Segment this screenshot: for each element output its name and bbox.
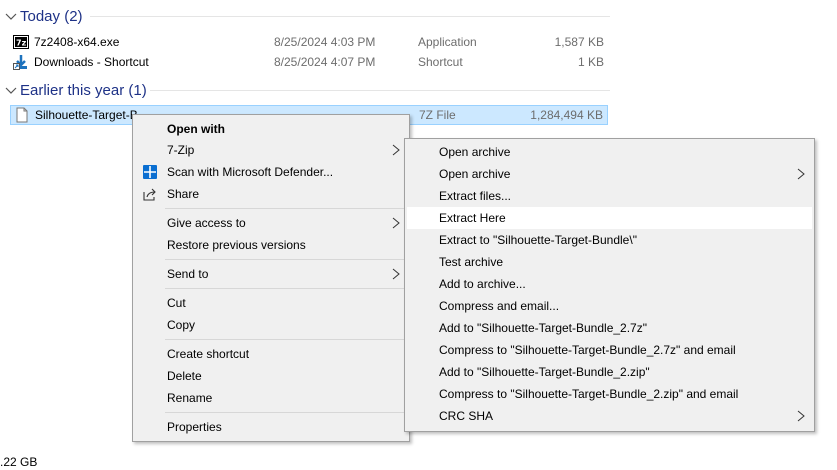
group-label-earlier: Earlier this year (1) [20,81,147,99]
menu-item-send-to[interactable]: Send to [135,263,407,285]
menu-item-add-to-7z[interactable]: Add to "Silhouette-Target-Bundle_2.7z" [407,317,812,339]
divider-line [150,90,610,91]
menu-item-label: Open archive [439,167,511,181]
menu-item-add-to-archive[interactable]: Add to archive... [407,273,812,295]
menu-item-crc-sha[interactable]: CRC SHA [407,405,812,427]
menu-item-extract-to-folder[interactable]: Extract to "Silhouette-Target-Bundle\" [407,229,812,251]
menu-item-label: Copy [167,318,196,332]
menu-item-label: Add to "Silhouette-Target-Bundle_2.7z" [439,321,647,335]
menu-item-label: Share [167,187,200,201]
menu-item-label: Restore previous versions [167,238,306,252]
menu-item-label: 7-Zip [167,143,195,157]
group-divider [150,79,610,101]
status-size-text: .22 GB [0,455,38,469]
menu-item-label: Compress to "Silhouette-Target-Bundle_2.… [439,343,736,357]
divider-line [90,16,610,17]
menu-separator [165,339,407,340]
file-name: Downloads - Shortcut [34,55,149,69]
shortcut-download-icon [13,54,29,70]
menu-item-label: Compress to "Silhouette-Target-Bundle_2.… [439,387,739,401]
menu-item-copy[interactable]: Copy [135,314,407,336]
menu-separator [165,259,407,260]
group-divider [90,5,610,27]
menu-item-restore-versions[interactable]: Restore previous versions [135,234,407,256]
file-size: 1 KB [577,55,604,69]
chevron-right-icon [391,144,401,156]
file-type: 7Z File [419,108,456,122]
chevron-right-icon [796,168,806,180]
file-type: Shortcut [418,55,463,69]
menu-item-create-shortcut[interactable]: Create shortcut [135,343,407,365]
menu-item-label: Send to [167,267,209,281]
menu-item-label: Scan with Microsoft Defender... [167,165,334,179]
menu-item-label: Extract files... [439,189,512,203]
menu-item-compress-email[interactable]: Compress and email... [407,295,812,317]
menu-item-label: Open with [167,122,225,136]
chevron-down-icon[interactable] [2,81,20,99]
7zip-exe-icon: 7z [13,34,29,50]
menu-item-label: Extract Here [439,211,506,225]
chevron-right-icon [391,268,401,280]
file-date: 8/25/2024 4:03 PM [274,35,376,49]
file-size: 1,587 KB [554,35,604,49]
group-label-today: Today (2) [20,7,83,25]
file-type: Application [418,35,477,49]
svg-text:7z: 7z [16,39,27,48]
menu-item-compress-7z-email[interactable]: Compress to "Silhouette-Target-Bundle_2.… [407,339,812,361]
chevron-right-icon [796,410,806,422]
menu-item-label: Add to archive... [439,277,526,291]
menu-item-rename[interactable]: Rename [135,387,407,409]
menu-item-test-archive[interactable]: Test archive [407,251,812,273]
context-menu: Open with 7-Zip Scan with Microsoft Defe… [132,114,410,442]
menu-item-extract-here[interactable]: Extract Here [407,207,812,229]
menu-item-label: Extract to "Silhouette-Target-Bundle\" [439,233,637,247]
menu-item-label: Give access to [167,216,246,230]
defender-shield-icon [141,163,159,181]
menu-item-label: Compress and email... [439,299,560,313]
chevron-right-icon [391,217,401,229]
file-date: 8/25/2024 4:07 PM [274,55,376,69]
sevenzip-submenu: Open archive Open archive Extract files.… [404,138,815,432]
menu-item-compress-zip-email[interactable]: Compress to "Silhouette-Target-Bundle_2.… [407,383,812,405]
menu-item-scan-defender[interactable]: Scan with Microsoft Defender... [135,161,407,183]
share-icon [141,185,159,203]
menu-item-label: Test archive [439,255,504,269]
file-name: Silhouette-Target-B [35,108,138,122]
file-row[interactable]: 7z 7z2408-x64.exe 8/25/2024 4:03 PM Appl… [10,32,608,52]
menu-item-label: Open archive [439,145,511,159]
menu-item-open-with[interactable]: Open with [135,118,407,140]
chevron-down-icon[interactable] [2,7,20,25]
group-header-today[interactable]: Today (2) [0,5,83,27]
menu-item-open-archive[interactable]: Open archive [407,141,812,163]
blank-file-icon [14,107,30,123]
menu-item-add-to-zip[interactable]: Add to "Silhouette-Target-Bundle_2.zip" [407,361,812,383]
menu-separator [165,412,407,413]
menu-separator [165,288,407,289]
menu-item-open-archive-sub[interactable]: Open archive [407,163,812,185]
menu-item-label: CRC SHA [439,409,494,423]
menu-item-extract-files[interactable]: Extract files... [407,185,812,207]
menu-item-cut[interactable]: Cut [135,292,407,314]
menu-item-give-access[interactable]: Give access to [135,212,407,234]
menu-item-properties[interactable]: Properties [135,416,407,438]
menu-item-delete[interactable]: Delete [135,365,407,387]
menu-item-label: Add to "Silhouette-Target-Bundle_2.zip" [439,365,650,379]
menu-item-share[interactable]: Share [135,183,407,205]
menu-item-label: Create shortcut [167,347,250,361]
menu-item-7zip[interactable]: 7-Zip [135,139,407,161]
menu-item-label: Cut [167,296,186,310]
file-row[interactable]: Downloads - Shortcut 8/25/2024 4:07 PM S… [10,52,608,72]
group-header-earlier[interactable]: Earlier this year (1) [0,79,147,101]
file-size: 1,284,494 KB [530,108,603,122]
menu-item-label: Properties [167,420,222,434]
menu-item-label: Rename [167,391,213,405]
file-name: 7z2408-x64.exe [34,35,120,49]
menu-item-label: Delete [167,369,202,383]
menu-separator [165,208,407,209]
